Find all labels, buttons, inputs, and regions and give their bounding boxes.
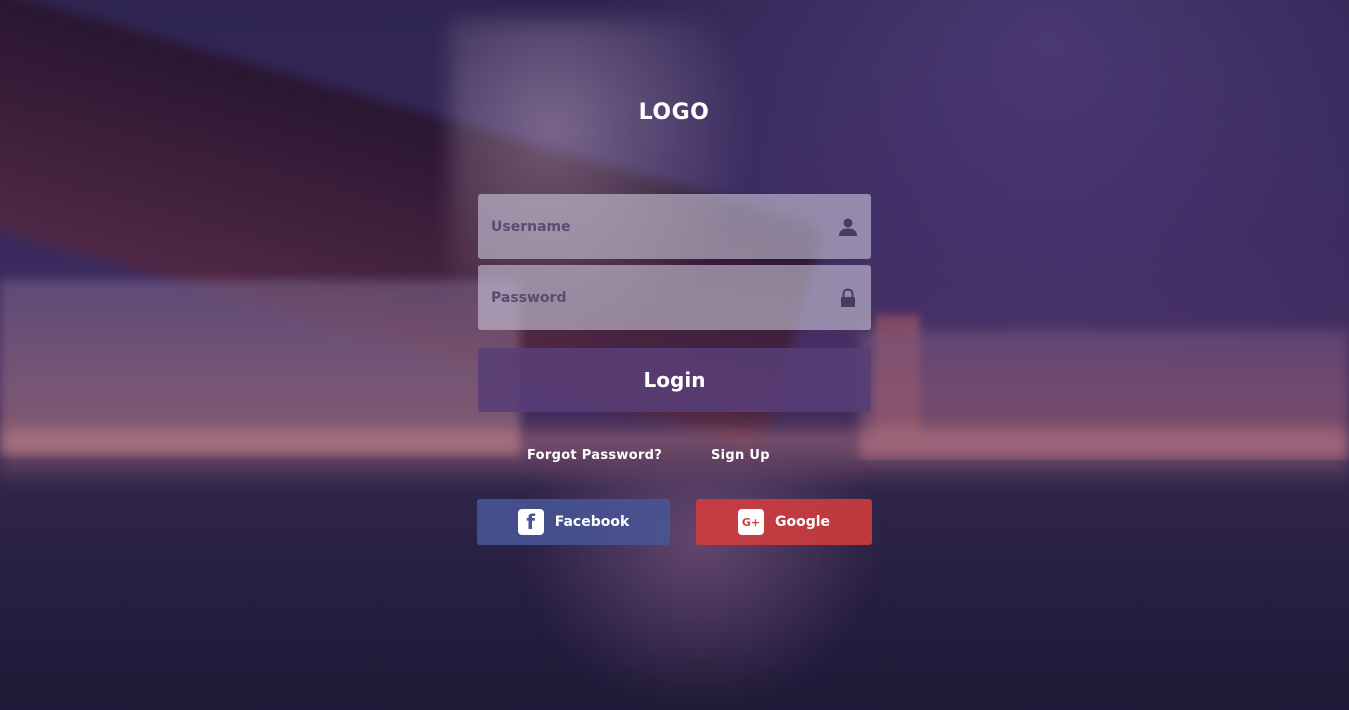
- sign-up-link[interactable]: Sign Up: [711, 448, 770, 463]
- lock-icon: [837, 287, 859, 309]
- username-field[interactable]: [478, 194, 871, 259]
- background-shore-glow: [0, 430, 1349, 480]
- password-input[interactable]: [478, 265, 837, 330]
- google-login-button[interactable]: G+ Google: [696, 499, 872, 545]
- background-tower: [875, 315, 920, 435]
- background-city-left: [0, 280, 520, 455]
- google-label: Google: [774, 514, 831, 530]
- facebook-label: Facebook: [554, 514, 630, 530]
- login-button[interactable]: Login: [478, 348, 871, 412]
- username-input[interactable]: [478, 194, 837, 259]
- user-icon: [837, 216, 859, 238]
- logo: LOGO: [638, 100, 710, 125]
- background-city-right: [860, 330, 1349, 460]
- google-plus-icon: G+: [737, 509, 764, 535]
- facebook-login-button[interactable]: f Facebook: [477, 499, 670, 545]
- password-field[interactable]: [478, 265, 871, 330]
- forgot-password-link[interactable]: Forgot Password?: [527, 448, 662, 463]
- background-water: [0, 460, 1349, 710]
- facebook-icon: f: [517, 509, 544, 535]
- login-page: LOGO Login Forgot Password? Sign Up f Fa…: [0, 0, 1349, 710]
